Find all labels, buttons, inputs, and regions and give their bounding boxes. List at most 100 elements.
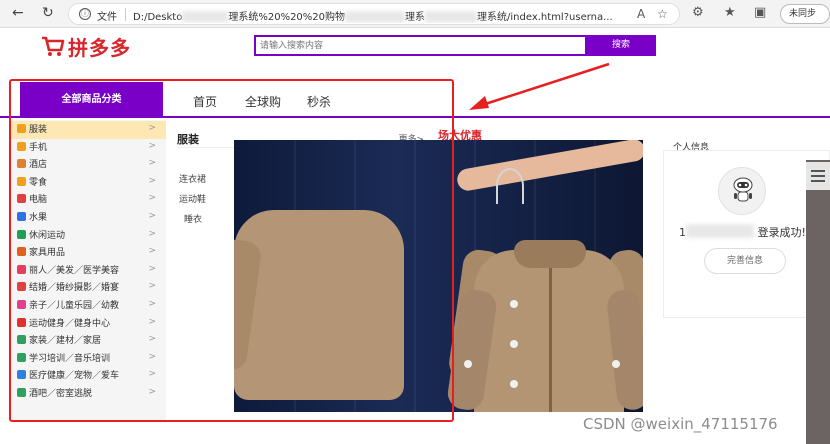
- search-box: [254, 35, 587, 56]
- login-success-text: 登录成功!: [757, 226, 806, 239]
- complete-info-button[interactable]: 完善信息: [704, 248, 786, 274]
- category-label: 服装: [29, 125, 48, 135]
- subcategory-link[interactable]: 连衣裙: [179, 172, 206, 185]
- category-label: 医疗健康／宠物／爱车: [29, 371, 120, 382]
- reload-icon[interactable]: ↻: [42, 5, 54, 21]
- category-icon: [17, 352, 26, 362]
- site-logo[interactable]: 拼多多: [40, 30, 131, 62]
- chevron-right-icon: >: [148, 351, 156, 362]
- chevron-right-icon: >: [148, 369, 156, 380]
- all-categories-tab[interactable]: 全部商品分类: [20, 82, 163, 118]
- extensions-icon[interactable]: ⚙: [692, 5, 704, 20]
- category-item[interactable]: 酒吧／密室逃脱 >: [11, 385, 166, 403]
- category-item[interactable]: 丽人／美发／医学美容 >: [11, 262, 166, 280]
- redacted-user-id: [686, 224, 754, 238]
- category-icon: [17, 370, 26, 380]
- login-message: 1 登录成功!: [679, 224, 806, 240]
- favorite-icon[interactable]: ☆: [657, 7, 668, 21]
- category-item[interactable]: 酒店 >: [11, 156, 166, 174]
- search-button[interactable]: 搜索: [586, 35, 656, 56]
- user-id-prefix: 1: [679, 226, 686, 239]
- category-item[interactable]: 服装 >: [11, 121, 166, 139]
- avatar[interactable]: [718, 167, 766, 215]
- chevron-right-icon: >: [148, 123, 156, 133]
- category-icon: [17, 264, 26, 274]
- nav-flash-sale[interactable]: 秒杀: [307, 93, 331, 110]
- chevron-right-icon: >: [148, 387, 156, 397]
- category-label: 运动健身／健身中心: [29, 318, 111, 329]
- category-icon: [17, 282, 26, 292]
- category-icon: [17, 247, 26, 257]
- banner-illustration: [234, 140, 643, 412]
- favorites-icon[interactable]: ★: [724, 5, 736, 20]
- address-bar[interactable]: ⓘ 文件 D:/Deskto 理系统%20%20%20购物 理系 理系统/index.…: [68, 3, 680, 25]
- address-separator: [125, 8, 126, 21]
- collections-icon[interactable]: ▣: [754, 5, 766, 20]
- category-item[interactable]: 亲子／儿童乐园／幼教 >: [11, 297, 166, 315]
- nav-home[interactable]: 首页: [193, 93, 217, 110]
- subpanel-title: 服装: [177, 133, 199, 146]
- category-icon: [17, 176, 26, 186]
- chevron-right-icon: >: [148, 246, 156, 257]
- category-label: 酒吧／密室逃脱: [29, 389, 93, 399]
- category-label: 休闲运动: [29, 230, 66, 241]
- watermark: CSDN @weixin_47115176: [583, 415, 778, 433]
- annotation-arrow-icon: [469, 62, 610, 110]
- category-icon: [17, 229, 26, 239]
- category-label: 酒店: [29, 160, 48, 171]
- category-item[interactable]: 运动健身／健身中心 >: [11, 315, 166, 333]
- chevron-right-icon: >: [148, 316, 156, 327]
- nav-global[interactable]: 全球购: [245, 93, 281, 110]
- logo-text: 拼多多: [68, 35, 131, 60]
- category-icon: [17, 335, 26, 345]
- category-item[interactable]: 学习培训／音乐培训 >: [11, 350, 166, 368]
- category-item[interactable]: 结婚／婚纱摄影／婚宴 >: [11, 279, 166, 297]
- category-item[interactable]: 手机 >: [11, 139, 166, 157]
- category-item[interactable]: 水果 >: [11, 209, 166, 227]
- chevron-right-icon: >: [148, 193, 156, 204]
- search-input[interactable]: [256, 37, 585, 54]
- main-nav: 全部商品分类 首页 全球购 秒杀: [0, 80, 830, 118]
- info-icon[interactable]: ⓘ: [79, 8, 91, 20]
- browser-toolbar: ← ↻ ⓘ 文件 D:/Deskto 理系统%20%20%20购物 理系 理系统/in…: [0, 0, 830, 28]
- chevron-right-icon: >: [148, 228, 156, 239]
- category-icon: [17, 124, 26, 133]
- category-label: 家具用品: [29, 248, 66, 259]
- back-icon[interactable]: ←: [12, 5, 24, 21]
- cart-icon: [40, 33, 66, 59]
- chevron-right-icon: >: [148, 158, 156, 169]
- category-icon: [17, 141, 26, 151]
- menu-icon[interactable]: [806, 162, 830, 190]
- category-item[interactable]: 家具用品 >: [11, 244, 166, 262]
- category-label: 手机: [29, 142, 48, 153]
- category-label: 丽人／美发／医学美容: [29, 265, 120, 276]
- category-item[interactable]: 零食 >: [11, 174, 166, 192]
- category-item[interactable]: 休闲运动 >: [11, 227, 166, 245]
- category-icon: [17, 159, 26, 169]
- side-toolbar: [806, 160, 830, 444]
- chevron-right-icon: >: [148, 281, 156, 292]
- category-label: 学习培训／音乐培训: [29, 353, 111, 364]
- category-label: 电脑: [29, 195, 48, 206]
- category-label: 零食: [29, 177, 48, 188]
- file-label: 文件: [97, 12, 117, 23]
- chevron-right-icon: >: [148, 140, 156, 151]
- category-icon: [17, 388, 26, 397]
- category-label: 家装／建材／家居: [29, 336, 102, 347]
- sync-button[interactable]: 未同步: [780, 4, 830, 24]
- category-item[interactable]: 家装／建材／家居 >: [11, 332, 166, 350]
- category-label: 亲子／儿童乐园／幼教: [29, 301, 120, 311]
- category-menu: 服装 > 手机 > 酒店 > 零食 > 电脑 > 水果 > 休闲运动 > 家具用品 > 丽人／美发／医学美容 > 结…: [11, 120, 166, 420]
- category-icon: [17, 317, 26, 327]
- subcategory-link[interactable]: 运动鞋: [179, 192, 206, 205]
- chevron-right-icon: >: [148, 299, 156, 309]
- chevron-right-icon: >: [148, 263, 156, 274]
- subcategory-link[interactable]: 睡衣: [184, 212, 202, 225]
- category-item[interactable]: 电脑 >: [11, 191, 166, 209]
- read-aloud-icon[interactable]: A: [637, 7, 645, 21]
- category-item[interactable]: 医疗健康／宠物／爱车 >: [11, 367, 166, 385]
- chevron-right-icon: >: [148, 211, 156, 221]
- category-label: 结婚／婚纱摄影／婚宴: [29, 283, 120, 294]
- category-icon: [17, 194, 26, 204]
- url-text: D:/Deskto 理系统%20%20%20购物 理系 理系统/index.html?…: [133, 11, 613, 23]
